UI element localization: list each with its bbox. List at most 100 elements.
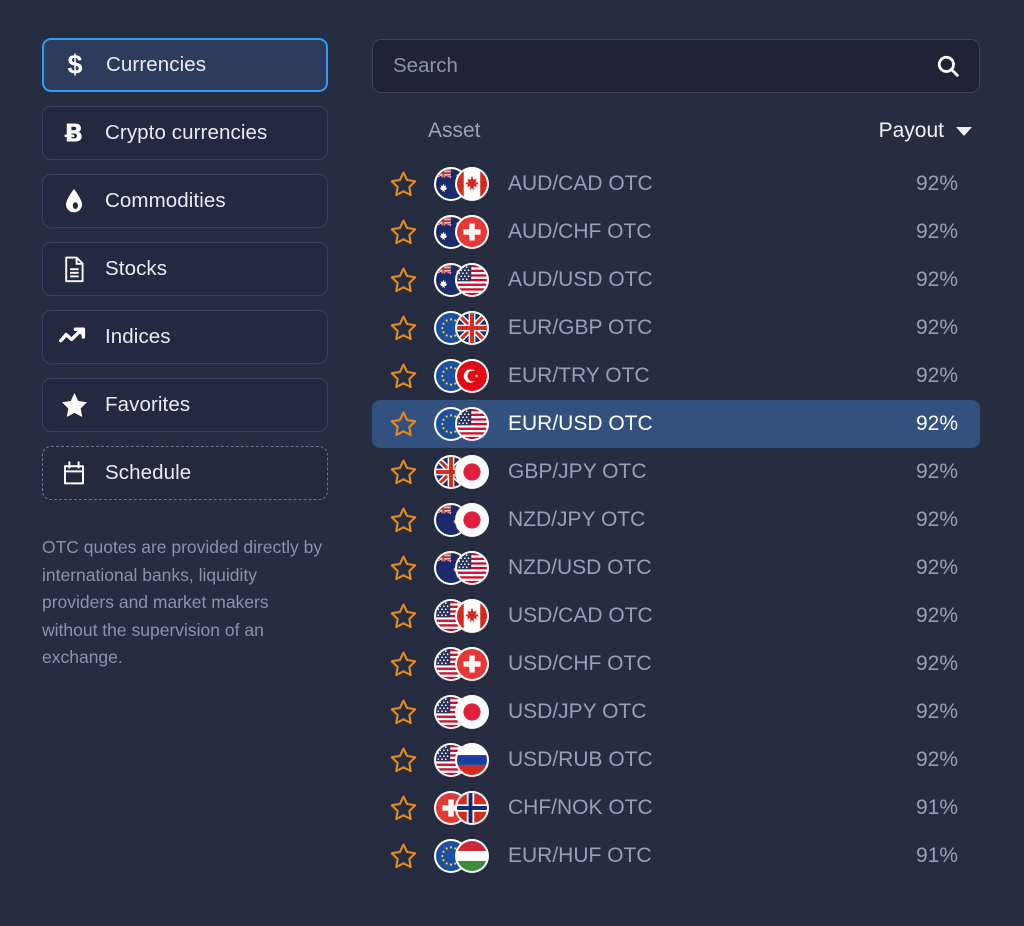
favorite-star-icon[interactable] — [390, 747, 434, 773]
asset-payout: 92% — [915, 556, 958, 579]
currency-pair-flags — [434, 406, 508, 442]
table-row[interactable]: USD/CHF OTC 92% — [372, 640, 980, 688]
sidebar-item-commodities[interactable]: Commodities — [42, 174, 328, 228]
flag-ch-icon — [455, 215, 489, 249]
favorite-star-icon[interactable] — [390, 459, 434, 485]
search-bar[interactable] — [372, 39, 980, 93]
currency-pair-flags — [434, 214, 508, 250]
otc-disclaimer-text: OTC quotes are provided directly by inte… — [42, 537, 323, 667]
asset-name: EUR/TRY OTC — [508, 364, 650, 387]
sidebar-item-label: Stocks — [105, 257, 168, 280]
favorite-star-icon[interactable] — [390, 411, 434, 437]
category-sidebar: $ Currencies Ƀ Crypto currencies Commodities… — [0, 0, 372, 926]
currency-pair-flags — [434, 550, 508, 586]
favorite-star-icon[interactable] — [390, 267, 434, 293]
favorite-star-icon[interactable] — [390, 363, 434, 389]
table-row[interactable]: GBP/JPY OTC 92% — [372, 448, 980, 496]
asset-payout: 92% — [915, 172, 958, 195]
trend-up-icon — [43, 326, 105, 348]
flag-us-icon — [455, 551, 489, 585]
asset-payout: 92% — [915, 220, 958, 243]
asset-name: EUR/USD OTC — [508, 412, 653, 435]
flag-us-icon — [455, 263, 489, 297]
table-row[interactable]: EUR/TRY OTC 92% — [372, 352, 980, 400]
favorite-star-icon[interactable] — [390, 507, 434, 533]
chevron-down-icon[interactable] — [956, 126, 972, 136]
asset-payout: 91% — [915, 796, 958, 819]
asset-picker-window: $ Currencies Ƀ Crypto currencies Commodities… — [0, 0, 1024, 926]
favorite-star-icon[interactable] — [390, 795, 434, 821]
currency-pair-flags — [434, 694, 508, 730]
currency-pair-flags — [434, 454, 508, 490]
asset-payout: 92% — [915, 460, 958, 483]
sidebar-item-label: Schedule — [105, 461, 192, 484]
favorite-star-icon[interactable] — [390, 315, 434, 341]
asset-name: EUR/GBP OTC — [508, 316, 653, 339]
sidebar-item-crypto-currencies[interactable]: Ƀ Crypto currencies — [42, 106, 328, 160]
asset-payout: 92% — [915, 268, 958, 291]
table-header: Asset Payout — [372, 104, 980, 158]
favorite-star-icon[interactable] — [390, 699, 434, 725]
currency-pair-flags — [434, 790, 508, 826]
currency-pair-flags — [434, 742, 508, 778]
column-header-payout[interactable]: Payout — [879, 119, 972, 143]
search-input[interactable] — [393, 54, 935, 78]
svg-text:Ƀ: Ƀ — [65, 119, 84, 147]
asset-panel: Asset Payout AUD/CAD OTC 92% AUD/CHF OTC 92… — [372, 0, 1024, 926]
table-row[interactable]: CHF/NOK OTC 91% — [372, 784, 980, 832]
table-row[interactable]: AUD/CAD OTC 92% — [372, 160, 980, 208]
table-row[interactable]: NZD/JPY OTC 92% — [372, 496, 980, 544]
asset-name: GBP/JPY OTC — [508, 460, 647, 483]
sidebar-item-label: Commodities — [105, 189, 226, 212]
currency-pair-flags — [434, 358, 508, 394]
asset-name: USD/CAD OTC — [508, 604, 653, 627]
favorite-star-icon[interactable] — [390, 219, 434, 245]
calendar-icon — [43, 460, 105, 486]
sidebar-item-indices[interactable]: Indices — [42, 310, 328, 364]
favorite-star-icon[interactable] — [390, 651, 434, 677]
asset-payout: 92% — [915, 508, 958, 531]
sidebar-item-schedule[interactable]: Schedule — [42, 446, 328, 500]
currency-pair-flags — [434, 502, 508, 538]
asset-name: USD/JPY OTC — [508, 700, 647, 723]
asset-name: NZD/USD OTC — [508, 556, 652, 579]
asset-payout: 92% — [915, 364, 958, 387]
table-row[interactable]: NZD/USD OTC 92% — [372, 544, 980, 592]
search-icon[interactable] — [935, 53, 961, 79]
table-row[interactable]: AUD/CHF OTC 92% — [372, 208, 980, 256]
favorite-star-icon[interactable] — [390, 555, 434, 581]
favorite-star-icon[interactable] — [390, 171, 434, 197]
flag-ca-icon — [455, 599, 489, 633]
table-row[interactable]: EUR/GBP OTC 92% — [372, 304, 980, 352]
currency-pair-flags — [434, 262, 508, 298]
category-list: $ Currencies Ƀ Crypto currencies Commodities… — [42, 38, 328, 500]
favorite-star-icon[interactable] — [390, 603, 434, 629]
sidebar-item-favorites[interactable]: Favorites — [42, 378, 328, 432]
table-row[interactable]: AUD/USD OTC 92% — [372, 256, 980, 304]
flag-jp-icon — [455, 455, 489, 489]
asset-name: USD/CHF OTC — [508, 652, 652, 675]
asset-payout: 92% — [915, 412, 958, 435]
currency-pair-flags — [434, 310, 508, 346]
sidebar-item-label: Crypto currencies — [105, 121, 268, 144]
asset-name: AUD/CHF OTC — [508, 220, 652, 243]
asset-name: USD/RUB OTC — [508, 748, 653, 771]
flag-jp-icon — [455, 695, 489, 729]
sidebar-item-stocks[interactable]: Stocks — [42, 242, 328, 296]
table-row[interactable]: USD/RUB OTC 92% — [372, 736, 980, 784]
asset-payout: 91% — [915, 844, 958, 867]
table-row[interactable]: USD/JPY OTC 92% — [372, 688, 980, 736]
currency-pair-flags — [434, 838, 508, 874]
asset-name: EUR/HUF OTC — [508, 844, 652, 867]
flag-ca-icon — [455, 167, 489, 201]
currency-pair-flags — [434, 646, 508, 682]
flag-jp-icon — [455, 503, 489, 537]
sidebar-item-label: Favorites — [105, 393, 191, 416]
table-row[interactable]: USD/CAD OTC 92% — [372, 592, 980, 640]
table-row[interactable]: EUR/USD OTC 92% — [372, 400, 980, 448]
flag-no-icon — [455, 791, 489, 825]
sidebar-item-currencies[interactable]: $ Currencies — [42, 38, 328, 92]
table-row[interactable]: EUR/HUF OTC 91% — [372, 832, 980, 880]
favorite-star-icon[interactable] — [390, 843, 434, 869]
sidebar-item-label: Indices — [105, 325, 171, 348]
